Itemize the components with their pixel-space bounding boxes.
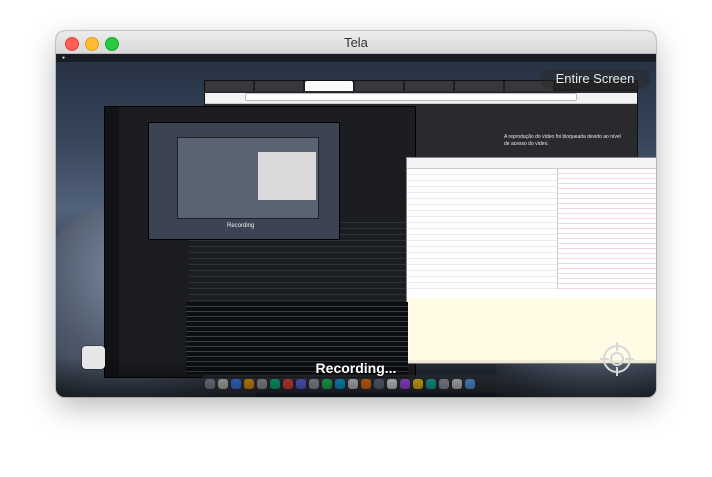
entire-screen-button[interactable]: Entire Screen [540, 69, 650, 89]
captured-video-note: A reprodução do vídeo foi bloqueada devi… [504, 134, 621, 147]
app-window: Tela ● A reprodução do vídeo foi bloquea… [56, 31, 656, 397]
recursive-preview: Recording [148, 122, 340, 240]
captured-devtools-panel [406, 157, 656, 364]
captured-url-bar [205, 93, 637, 104]
captured-devtools-elements [407, 169, 557, 289]
recursive-preview-inner [177, 137, 319, 219]
captured-devtools-styles [557, 169, 656, 289]
captured-devtools-tabs [407, 158, 656, 169]
recursive-preview-panel [258, 152, 316, 200]
captured-editor-sidebar [105, 107, 119, 377]
apple-icon: ● [62, 55, 66, 61]
crosshair-icon[interactable] [599, 341, 635, 377]
window-title: Tela [344, 35, 368, 50]
title-bar: Tela [56, 31, 656, 54]
recording-status-label: Recording... [315, 360, 397, 376]
recursive-recording-label: Recording [227, 223, 255, 229]
screen-preview: ● A reprodução do vídeo foi bloqueada de… [56, 54, 656, 397]
captured-menubar: ● [56, 54, 656, 62]
